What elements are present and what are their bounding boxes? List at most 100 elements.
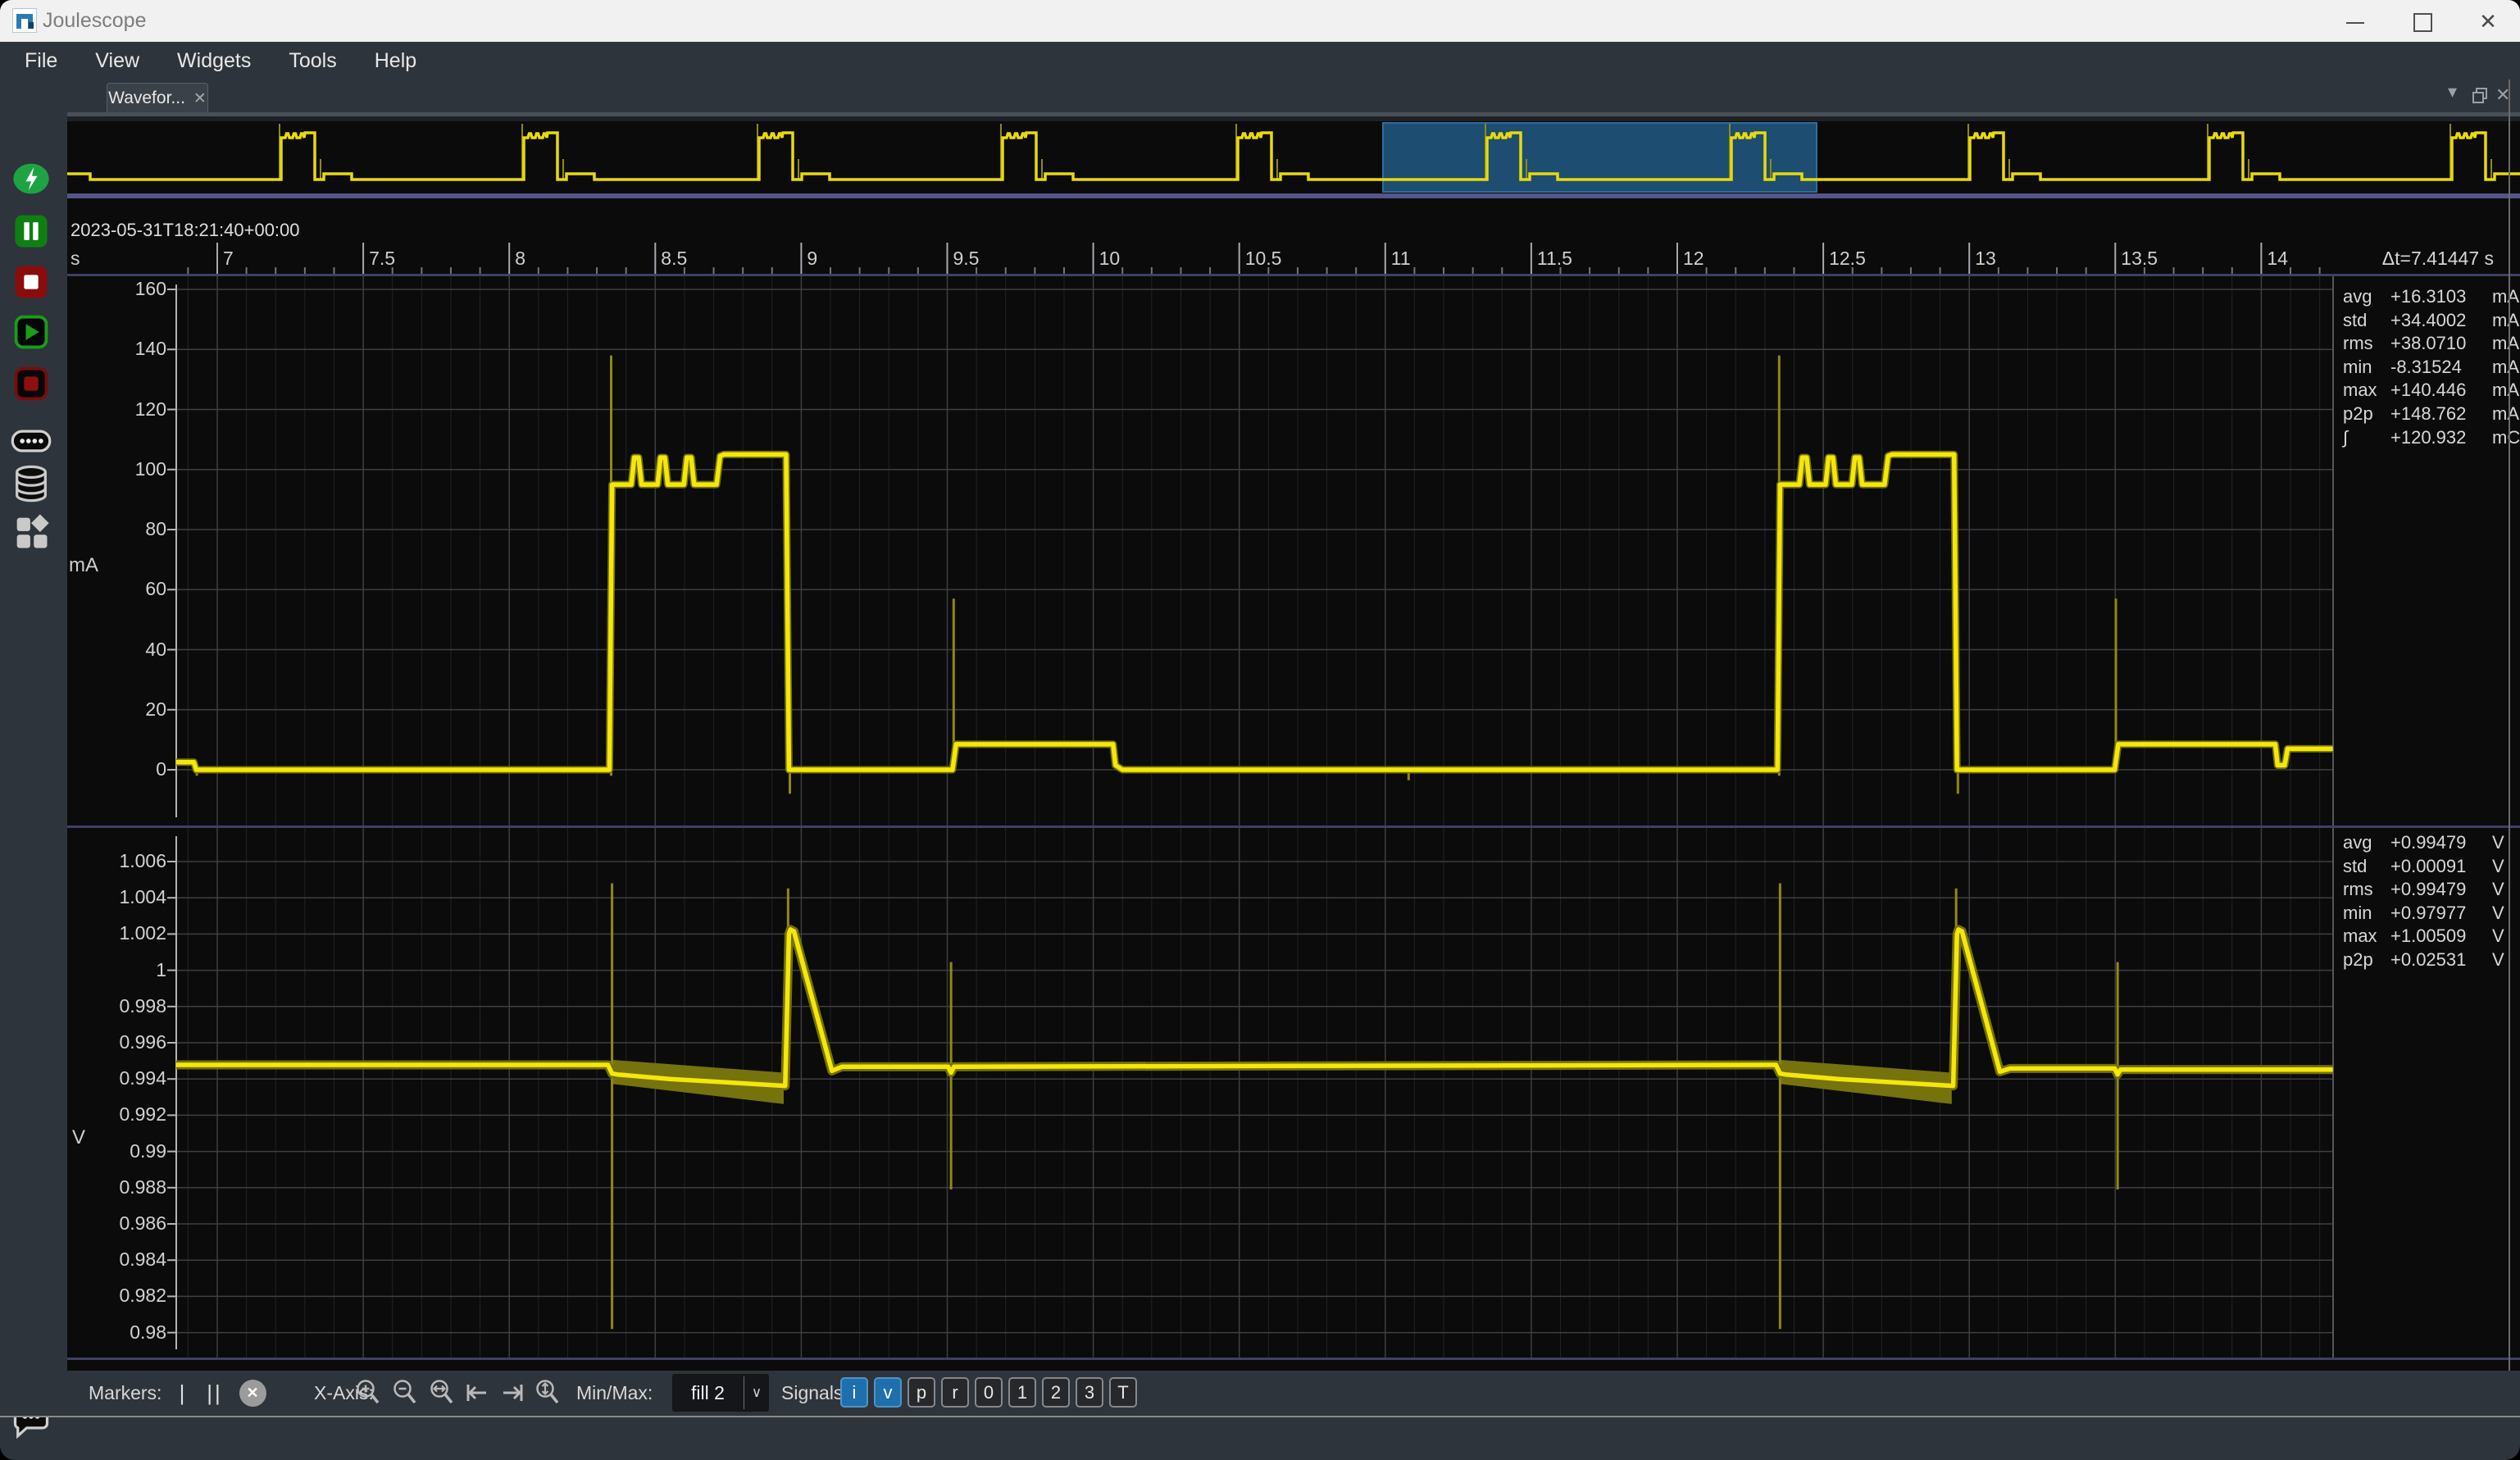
minimize-icon: [2346, 22, 2364, 24]
record-button[interactable]: [10, 362, 52, 405]
tab-close-icon[interactable]: ✕: [193, 89, 207, 108]
min-max-label: Min/Max:: [576, 1382, 653, 1404]
stat-cell: mA: [2492, 356, 2519, 380]
y-tick-label: 80: [67, 518, 166, 540]
stat-cell: -8.31524: [2390, 356, 2492, 380]
stat-row: rms+0.99479V: [2343, 878, 2512, 902]
y-tick-label: 0.982: [67, 1285, 166, 1307]
y-tick-label: 0.98: [67, 1321, 166, 1344]
stat-cell: +140.446: [2390, 379, 2492, 403]
x-tick-label: 8: [515, 248, 525, 270]
stat-cell: avg: [2343, 831, 2390, 855]
minimize-button[interactable]: [2331, 7, 2379, 36]
stat-cell: max: [2343, 925, 2390, 948]
stop-button[interactable]: [10, 261, 52, 303]
pause-button[interactable]: [10, 210, 52, 252]
y-tick-label: 0.998: [67, 995, 166, 1017]
x-tick-label: 14: [2267, 248, 2288, 270]
signal-0-button[interactable]: 0: [975, 1377, 1003, 1408]
play-icon: [10, 311, 52, 353]
stat-row: avg+0.99479V: [2343, 831, 2512, 855]
main-menu-button[interactable]: [10, 1453, 52, 1460]
stat-cell: mA: [2492, 332, 2519, 356]
stat-cell: std: [2343, 855, 2390, 879]
stat-row: min+0.97977V: [2343, 902, 2512, 926]
stat-cell: +0.99479: [2390, 831, 2492, 855]
tab-bar: Wavefor... ✕ ▾ ✕: [67, 80, 2520, 112]
stat-row: std+34.4002mA: [2343, 309, 2512, 333]
menu-item-tools[interactable]: Tools: [289, 49, 336, 73]
zoom-all-button[interactable]: [425, 1376, 458, 1410]
stat-cell: max: [2343, 379, 2390, 403]
zoom-in-button[interactable]: [352, 1376, 384, 1410]
signal-r-button[interactable]: r: [941, 1377, 969, 1408]
maximize-button[interactable]: [2399, 7, 2446, 36]
stat-cell: +148.762: [2390, 403, 2492, 426]
add-dual-marker-button[interactable]: ||: [198, 1376, 231, 1410]
y-tick-label: 20: [67, 698, 166, 721]
skip-end-icon: [498, 1378, 526, 1408]
x-tick-label: 11: [1391, 248, 1411, 270]
stat-cell: p2p: [2343, 948, 2390, 972]
x-tick-label: 13.5: [2121, 248, 2158, 270]
stat-row: ∫+120.932mC: [2343, 426, 2512, 450]
menu-item-file[interactable]: File: [25, 49, 57, 73]
signal-v-button[interactable]: v: [874, 1377, 902, 1408]
close-icon: ✕: [2479, 9, 2497, 34]
signal-2-button[interactable]: 2: [1042, 1377, 1070, 1408]
min-max-dropdown[interactable]: fill 2 ∨: [672, 1374, 769, 1412]
tab-waveform[interactable]: Wavefor... ✕: [107, 83, 208, 113]
device-pill-button[interactable]: [10, 420, 52, 462]
y-tick-label: 60: [67, 578, 166, 600]
markers-label: Markers:: [89, 1382, 161, 1404]
y-tick-label: 40: [67, 639, 166, 661]
jump-start-button[interactable]: [461, 1376, 494, 1410]
y-tick-label: 100: [67, 458, 166, 480]
menu-item-view[interactable]: View: [95, 49, 139, 73]
signal-i-button[interactable]: i: [840, 1377, 868, 1408]
maximize-icon: [2413, 13, 2432, 32]
device-power-button[interactable]: [10, 157, 52, 200]
jump-end-button[interactable]: [496, 1376, 529, 1410]
stat-cell: mA: [2492, 403, 2519, 426]
y-tick-label: 0.99: [67, 1140, 166, 1162]
signal-1-button[interactable]: 1: [1008, 1377, 1036, 1408]
zoom-in-icon: [355, 1378, 381, 1408]
y-tick-label: 0.986: [67, 1212, 166, 1235]
x-tick-label: 7.5: [369, 248, 395, 270]
float-dock-icon[interactable]: [2471, 86, 2490, 106]
clear-markers-button[interactable]: ✕: [236, 1376, 269, 1410]
overview-strip[interactable]: [67, 121, 2520, 198]
stat-cell: mA: [2492, 285, 2519, 309]
menu-item-help[interactable]: Help: [375, 49, 416, 73]
y-tick-label: 0.992: [67, 1103, 166, 1126]
play-button[interactable]: [10, 311, 52, 353]
signal-T-button[interactable]: T: [1109, 1377, 1137, 1408]
stat-row: avg+16.3103mA: [2343, 285, 2512, 309]
current-plot[interactable]: [67, 276, 2520, 826]
stat-cell: +0.02531: [2390, 948, 2492, 972]
x-tick-label: 11.5: [1537, 248, 1572, 270]
signals-label: Signals:: [781, 1382, 848, 1404]
signal-p-button[interactable]: p: [907, 1377, 935, 1408]
y-tick-label: 140: [67, 338, 166, 360]
sources-button[interactable]: [10, 462, 52, 505]
x-tick-label: 8.5: [661, 248, 687, 270]
stat-cell: +0.97977: [2390, 902, 2492, 926]
y-tick-label: 0.996: [67, 1031, 166, 1053]
zoom-out-button[interactable]: [389, 1376, 421, 1410]
menu-item-widgets[interactable]: Widgets: [177, 49, 251, 73]
stat-row: min-8.31524mA: [2343, 356, 2512, 380]
y-zoom-button[interactable]: [531, 1376, 564, 1410]
x-tick-label: 13: [1975, 248, 1996, 270]
pause-icon: [10, 210, 52, 252]
close-button[interactable]: ✕: [2464, 7, 2512, 36]
stat-cell: p2p: [2343, 403, 2390, 426]
stat-cell: +1.00509: [2390, 925, 2492, 948]
y-tick-label: 120: [67, 398, 166, 421]
voltage-plot[interactable]: [67, 828, 2520, 1358]
signal-3-button[interactable]: 3: [1076, 1377, 1103, 1408]
add-single-marker-button[interactable]: |: [166, 1376, 198, 1410]
chevron-down-icon[interactable]: ▾: [2448, 81, 2457, 102]
widgets-button[interactable]: [10, 511, 52, 553]
